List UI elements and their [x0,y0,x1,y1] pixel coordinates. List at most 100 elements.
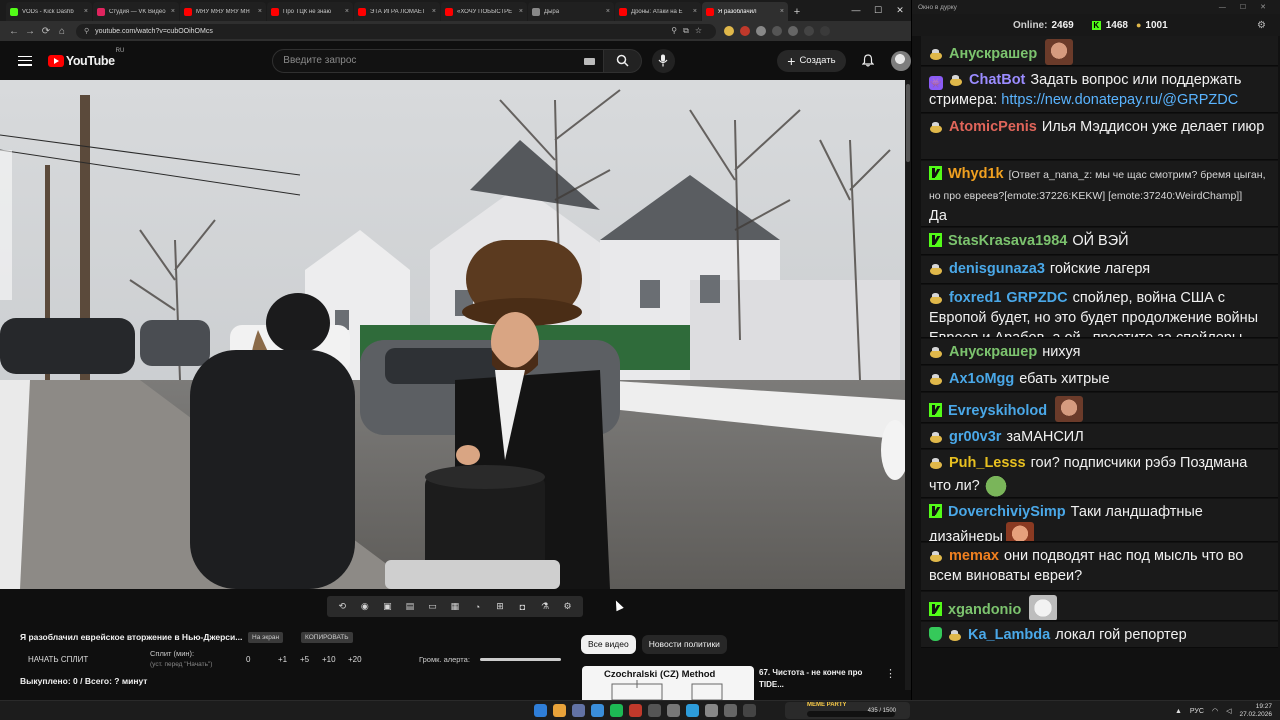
menu-icon[interactable] [18,55,32,66]
tray-icon[interactable]: ▲ [1175,708,1182,715]
download-icon[interactable] [788,26,798,36]
chat-username[interactable]: Puh_Lesss [949,455,1026,471]
tab-close-icon[interactable]: × [171,8,175,15]
keyboard-icon[interactable] [584,57,596,65]
notifications-button[interactable] [858,50,880,72]
minimize-button[interactable]: — [845,0,867,21]
start-split-button[interactable]: НАЧАТЬ СПЛИТ [28,655,88,664]
browser-icon[interactable] [553,704,566,717]
browser-tab[interactable]: Дырa × [528,2,614,21]
volume-icon[interactable]: ◁ [1226,707,1231,715]
search-input[interactable] [283,55,564,66]
browser-tab[interactable]: Про ТЦК не знаю × [267,2,353,21]
settings-icon[interactable]: ⚙ [561,600,575,614]
back-icon[interactable]: ← [6,26,22,37]
site-info-icon[interactable]: ⚲ [84,27,89,35]
extension-icon[interactable] [740,26,750,36]
chat-username[interactable]: foxred1 [949,290,1001,306]
chat-username[interactable]: Ka_Lambda [968,627,1050,643]
chip-all-videos[interactable]: Все видео [581,635,636,654]
chat-username[interactable]: Whyd1k [948,166,1004,182]
telegram-icon[interactable] [686,704,699,717]
loop-icon[interactable]: ⟲ [335,600,349,614]
tab-close-icon[interactable]: × [519,8,523,15]
recommendation-title[interactable]: 67. Чистота - не конче про TIDE... [759,667,879,691]
url-field[interactable]: ⚲ youtube.com/watch?v=cubOOihOMcs ⚲⧉☆ [76,23,716,39]
browser-tab[interactable]: Дроны: Атаки на Е × [615,2,701,21]
chat-username[interactable]: ChatBot [969,72,1025,88]
recommendation-thumbnail[interactable]: Czochralski (CZ) Method [582,666,754,700]
extension-icon[interactable] [724,26,734,36]
chat-username[interactable]: Evreyskiholod [948,403,1047,419]
chat-username[interactable]: Анускрашер [949,344,1037,360]
copy-button[interactable]: КОПИРОВАТЬ [301,632,353,643]
avatar[interactable] [891,50,911,71]
spotify-icon[interactable] [610,704,623,717]
tab-close-icon[interactable]: × [693,8,697,15]
film-icon[interactable]: ▤ [403,600,417,614]
tab-close-icon[interactable]: × [432,8,436,15]
url-actions-icon[interactable]: ⚲⧉☆ [671,26,708,36]
profile-icon[interactable] [804,26,814,36]
extension-icon[interactable] [756,26,766,36]
tab-close-icon[interactable]: × [84,8,88,15]
split-plus-1-button[interactable]: +1 [278,655,287,664]
forward-icon[interactable]: → [22,26,38,37]
split-plus-10-button[interactable]: +10 [322,655,336,664]
app-icon[interactable] [667,704,680,717]
home-icon[interactable]: ⌂ [54,26,70,37]
split-value[interactable]: 0 [246,655,250,664]
tab-close-icon[interactable]: × [345,8,349,15]
menu-icon[interactable] [820,26,830,36]
youtube-logo[interactable]: YouTube RU [47,48,124,68]
browser-tab[interactable]: VODs - Kick Dashb × [6,2,92,21]
app-icon[interactable] [648,704,661,717]
voice-search-button[interactable] [651,48,676,73]
new-tab-button[interactable]: + [789,2,805,21]
video-player[interactable] [0,80,905,589]
frames-icon[interactable]: ▦ [448,600,462,614]
more-options-icon[interactable]: ⋮ [885,667,896,680]
tab-close-icon[interactable]: × [258,8,262,15]
on-air-button[interactable]: На экран [248,632,284,643]
chat-username[interactable]: AtomicPenis [949,119,1037,135]
browser-tab[interactable]: «ХОЧУ ПОБЫСТРЕ × [441,2,527,21]
chat-username[interactable]: Анускрашер [949,46,1037,62]
extension-icon[interactable] [772,26,782,36]
window-controls[interactable]: —☐✕ [1219,3,1280,11]
pip-icon[interactable]: ▭ [425,600,439,614]
add-icon[interactable]: ⊞ [493,600,507,614]
alert-volume-slider[interactable] [480,658,561,661]
speed-icon[interactable]: ◔ [470,600,484,614]
chat-username[interactable]: Ax1oMgg [949,371,1014,387]
chat-mention[interactable]: GRPZDC [1006,290,1067,306]
chip-politics-news[interactable]: Новости политики [641,635,727,654]
tab-close-icon[interactable]: × [606,8,610,15]
chat-username[interactable]: xgandonio [948,602,1021,618]
language-indicator[interactable]: РУС [1190,708,1204,715]
audio-icon[interactable]: ◉ [358,600,372,614]
network-icon[interactable]: ◠ [1212,707,1218,715]
browser-tab[interactable]: Студия — VK Видео × [93,2,179,21]
app-icon[interactable] [705,704,718,717]
chat-username[interactable]: DoverchiviySimp [948,504,1066,520]
camera-icon[interactable]: ◘ [516,600,530,614]
screenshot-icon[interactable]: ▣ [380,600,394,614]
meme-party-widget[interactable]: MEME PARTY 435 / 1500 [785,702,910,719]
search-button[interactable] [604,48,642,73]
discord-icon[interactable] [572,704,585,717]
tab-close-icon[interactable]: × [780,8,784,15]
browser-tab[interactable]: МЯУ МЯУ МЯУ МЯ × [180,2,266,21]
split-plus-20-button[interactable]: +20 [348,655,362,664]
split-plus-5-button[interactable]: +5 [300,655,309,664]
flask-icon[interactable]: ⚗ [538,600,552,614]
create-button[interactable]: + Создать [777,49,846,72]
chat-username[interactable]: StasKrasava1984 [948,233,1067,249]
start-icon[interactable] [534,704,547,717]
chat-link[interactable]: https://new.donatepay.ru/@GRPZDC [1001,92,1238,108]
clock[interactable]: 19:27 27.02.2026 [1239,703,1272,719]
chat-username[interactable]: gr00v3r [949,429,1001,445]
settings-icon[interactable]: ⚙ [1257,20,1266,31]
scrollbar-thumb[interactable] [906,84,910,162]
browser-tab[interactable]: ЭТА ИГРА ЛОМАЕТ × [354,2,440,21]
